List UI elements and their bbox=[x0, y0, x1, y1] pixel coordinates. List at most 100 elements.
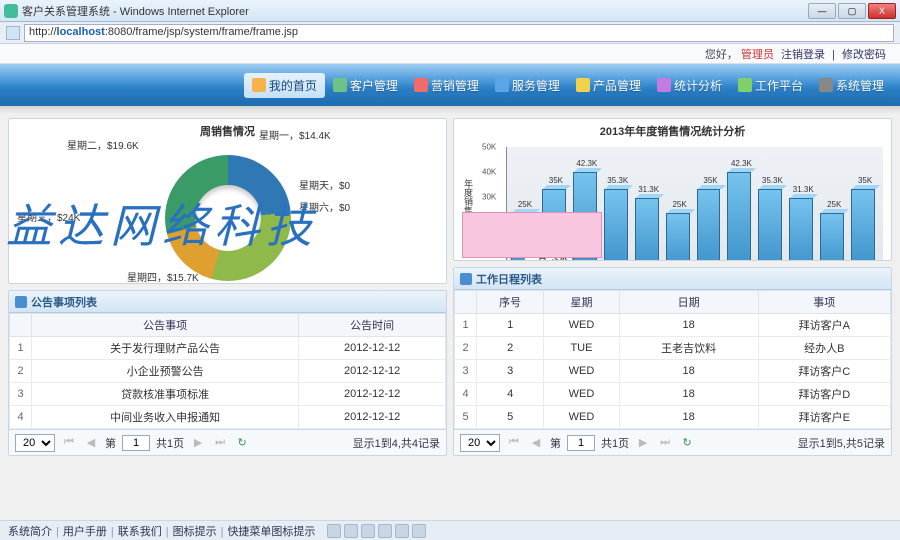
nav-label: 产品管理 bbox=[593, 77, 641, 94]
footer-links: 系统简介|用户手册|联系我们|图标提示|快捷菜单图标提示 bbox=[0, 520, 900, 540]
footer-link[interactable]: 图标提示 bbox=[173, 526, 217, 538]
weekly-sales-chart: 周销售情况 星期一，$14.4K星期二，$19.6K星期三，$24K星期四，$1… bbox=[8, 118, 447, 284]
footer-link[interactable]: 系统简介 bbox=[8, 526, 52, 538]
table-cell: 小企业预警公告 bbox=[32, 360, 299, 383]
pie-slice-label: 星期一，$14.4K bbox=[259, 127, 331, 142]
pager-last-button[interactable]: ⏭ bbox=[657, 435, 673, 451]
pager-first-button[interactable]: ⏮ bbox=[61, 435, 77, 451]
url-host: localhost bbox=[57, 26, 105, 38]
footer-link[interactable]: 快捷菜单图标提示 bbox=[227, 526, 315, 538]
table-cell: 2012-12-12 bbox=[299, 360, 446, 383]
pager-prev-button[interactable]: ◀ bbox=[83, 435, 99, 451]
nav-item[interactable]: 产品管理 bbox=[568, 73, 649, 98]
nav-icon bbox=[657, 78, 671, 92]
pie-slice-label: 星期天，$0 bbox=[299, 177, 350, 192]
nav-icon bbox=[576, 78, 590, 92]
nav-icon bbox=[252, 78, 266, 92]
nav-label: 工作平台 bbox=[755, 77, 803, 94]
pager-page-input[interactable] bbox=[567, 435, 595, 451]
table-row[interactable]: 11WED18拜访客户A bbox=[455, 314, 891, 337]
pager-last-button[interactable]: ⏭ bbox=[212, 435, 228, 451]
announcement-title: 公告事项列表 bbox=[31, 294, 97, 310]
nav-item[interactable]: 服务管理 bbox=[487, 73, 568, 98]
url-path: :8080/frame/jsp/system/frame/frame.jsp bbox=[105, 26, 298, 38]
nav-icon bbox=[738, 78, 752, 92]
bar: 25K bbox=[820, 213, 848, 261]
table-row[interactable]: 3贷款核准事项标准2012-12-12 bbox=[10, 383, 446, 406]
schedule-table: 序号 星期 日期 事项 11WED18拜访客户A22TUE王老吉饮料经办人B33… bbox=[454, 290, 891, 429]
pager-refresh-button[interactable]: ↻ bbox=[234, 435, 250, 451]
window-maximize-button[interactable]: ▢ bbox=[838, 3, 866, 19]
url-field[interactable]: http://localhost:8080/frame/jsp/system/f… bbox=[24, 24, 894, 42]
logout-link[interactable]: 注销登录 bbox=[781, 49, 825, 61]
bar-ytick: 40K bbox=[482, 168, 496, 177]
nav-icon bbox=[495, 78, 509, 92]
table-cell: 5 bbox=[455, 406, 477, 429]
page-size-select[interactable]: 20 bbox=[460, 434, 500, 452]
current-user-role: 管理员 bbox=[741, 49, 774, 61]
nav-item[interactable]: 客户管理 bbox=[325, 73, 406, 98]
table-row[interactable]: 55WED18拜访客户E bbox=[455, 406, 891, 429]
table-row[interactable]: 4中间业务收入申报通知2012-12-12 bbox=[10, 406, 446, 429]
footer-icon[interactable] bbox=[344, 524, 358, 538]
table-cell: 4 bbox=[477, 383, 544, 406]
nav-item[interactable]: 系统管理 bbox=[811, 73, 892, 98]
nav-item[interactable]: 工作平台 bbox=[730, 73, 811, 98]
pager-page-input[interactable] bbox=[122, 435, 150, 451]
table-cell: 王老吉饮料 bbox=[619, 337, 758, 360]
page-size-select[interactable]: 20 bbox=[15, 434, 55, 452]
table-cell: 中间业务收入申报通知 bbox=[32, 406, 299, 429]
footer-icon[interactable] bbox=[361, 524, 375, 538]
bar: 35K bbox=[851, 189, 879, 261]
table-cell: 3 bbox=[10, 383, 32, 406]
address-bar: http://localhost:8080/frame/jsp/system/f… bbox=[0, 22, 900, 44]
announcement-header: 公告事项列表 bbox=[9, 291, 446, 313]
bar: 31.3K bbox=[635, 198, 663, 261]
col-date: 日期 bbox=[619, 291, 758, 314]
table-cell: 18 bbox=[619, 360, 758, 383]
table-cell: 2 bbox=[455, 337, 477, 360]
panel-icon bbox=[460, 273, 472, 285]
table-cell: 拜访客户E bbox=[758, 406, 890, 429]
window-close-button[interactable]: X bbox=[868, 3, 896, 19]
footer-icon[interactable] bbox=[327, 524, 341, 538]
table-cell: 拜访客户A bbox=[758, 314, 890, 337]
footer-icon[interactable] bbox=[378, 524, 392, 538]
footer-link[interactable]: 用户手册 bbox=[63, 526, 107, 538]
nav-item[interactable]: 统计分析 bbox=[649, 73, 730, 98]
table-row[interactable]: 22TUE王老吉饮料经办人B bbox=[455, 337, 891, 360]
pager-first-button[interactable]: ⏮ bbox=[506, 435, 522, 451]
nav-icon bbox=[333, 78, 347, 92]
url-prefix: http:// bbox=[29, 26, 57, 38]
nav-icon bbox=[414, 78, 428, 92]
pager-next-button[interactable]: ▶ bbox=[635, 435, 651, 451]
nav-item[interactable]: 我的首页 bbox=[244, 73, 325, 98]
change-password-link[interactable]: 修改密码 bbox=[842, 49, 886, 61]
table-cell: 4 bbox=[455, 383, 477, 406]
table-cell: 经办人B bbox=[758, 337, 890, 360]
table-cell: 3 bbox=[455, 360, 477, 383]
pie-slice-label: 星期二，$19.6K bbox=[67, 137, 139, 152]
pager-info: 显示1到4,共4记录 bbox=[353, 435, 440, 451]
window-minimize-button[interactable]: — bbox=[808, 3, 836, 19]
table-cell: 1 bbox=[455, 314, 477, 337]
table-row[interactable]: 33WED18拜访客户C bbox=[455, 360, 891, 383]
schedule-title: 工作日程列表 bbox=[476, 271, 542, 287]
footer-icon[interactable] bbox=[395, 524, 409, 538]
pager-info: 显示1到5,共5记录 bbox=[798, 435, 885, 451]
table-row[interactable]: 2小企业预警公告2012-12-12 bbox=[10, 360, 446, 383]
nav-item[interactable]: 营销管理 bbox=[406, 73, 487, 98]
chart-legend-box bbox=[462, 212, 602, 258]
footer-icon[interactable] bbox=[412, 524, 426, 538]
pager-next-button[interactable]: ▶ bbox=[190, 435, 206, 451]
table-row[interactable]: 1关于发行理财产品公告2012-12-12 bbox=[10, 337, 446, 360]
pager-prev-button[interactable]: ◀ bbox=[528, 435, 544, 451]
bar-ytick: 30K bbox=[482, 193, 496, 202]
table-row[interactable]: 44WED18拜访客户D bbox=[455, 383, 891, 406]
footer-link[interactable]: 联系我们 bbox=[118, 526, 162, 538]
table-cell: 1 bbox=[477, 314, 544, 337]
pager-refresh-button[interactable]: ↻ bbox=[679, 435, 695, 451]
table-cell: 2 bbox=[10, 360, 32, 383]
nav-label: 我的首页 bbox=[269, 77, 317, 94]
table-cell: WED bbox=[544, 406, 619, 429]
